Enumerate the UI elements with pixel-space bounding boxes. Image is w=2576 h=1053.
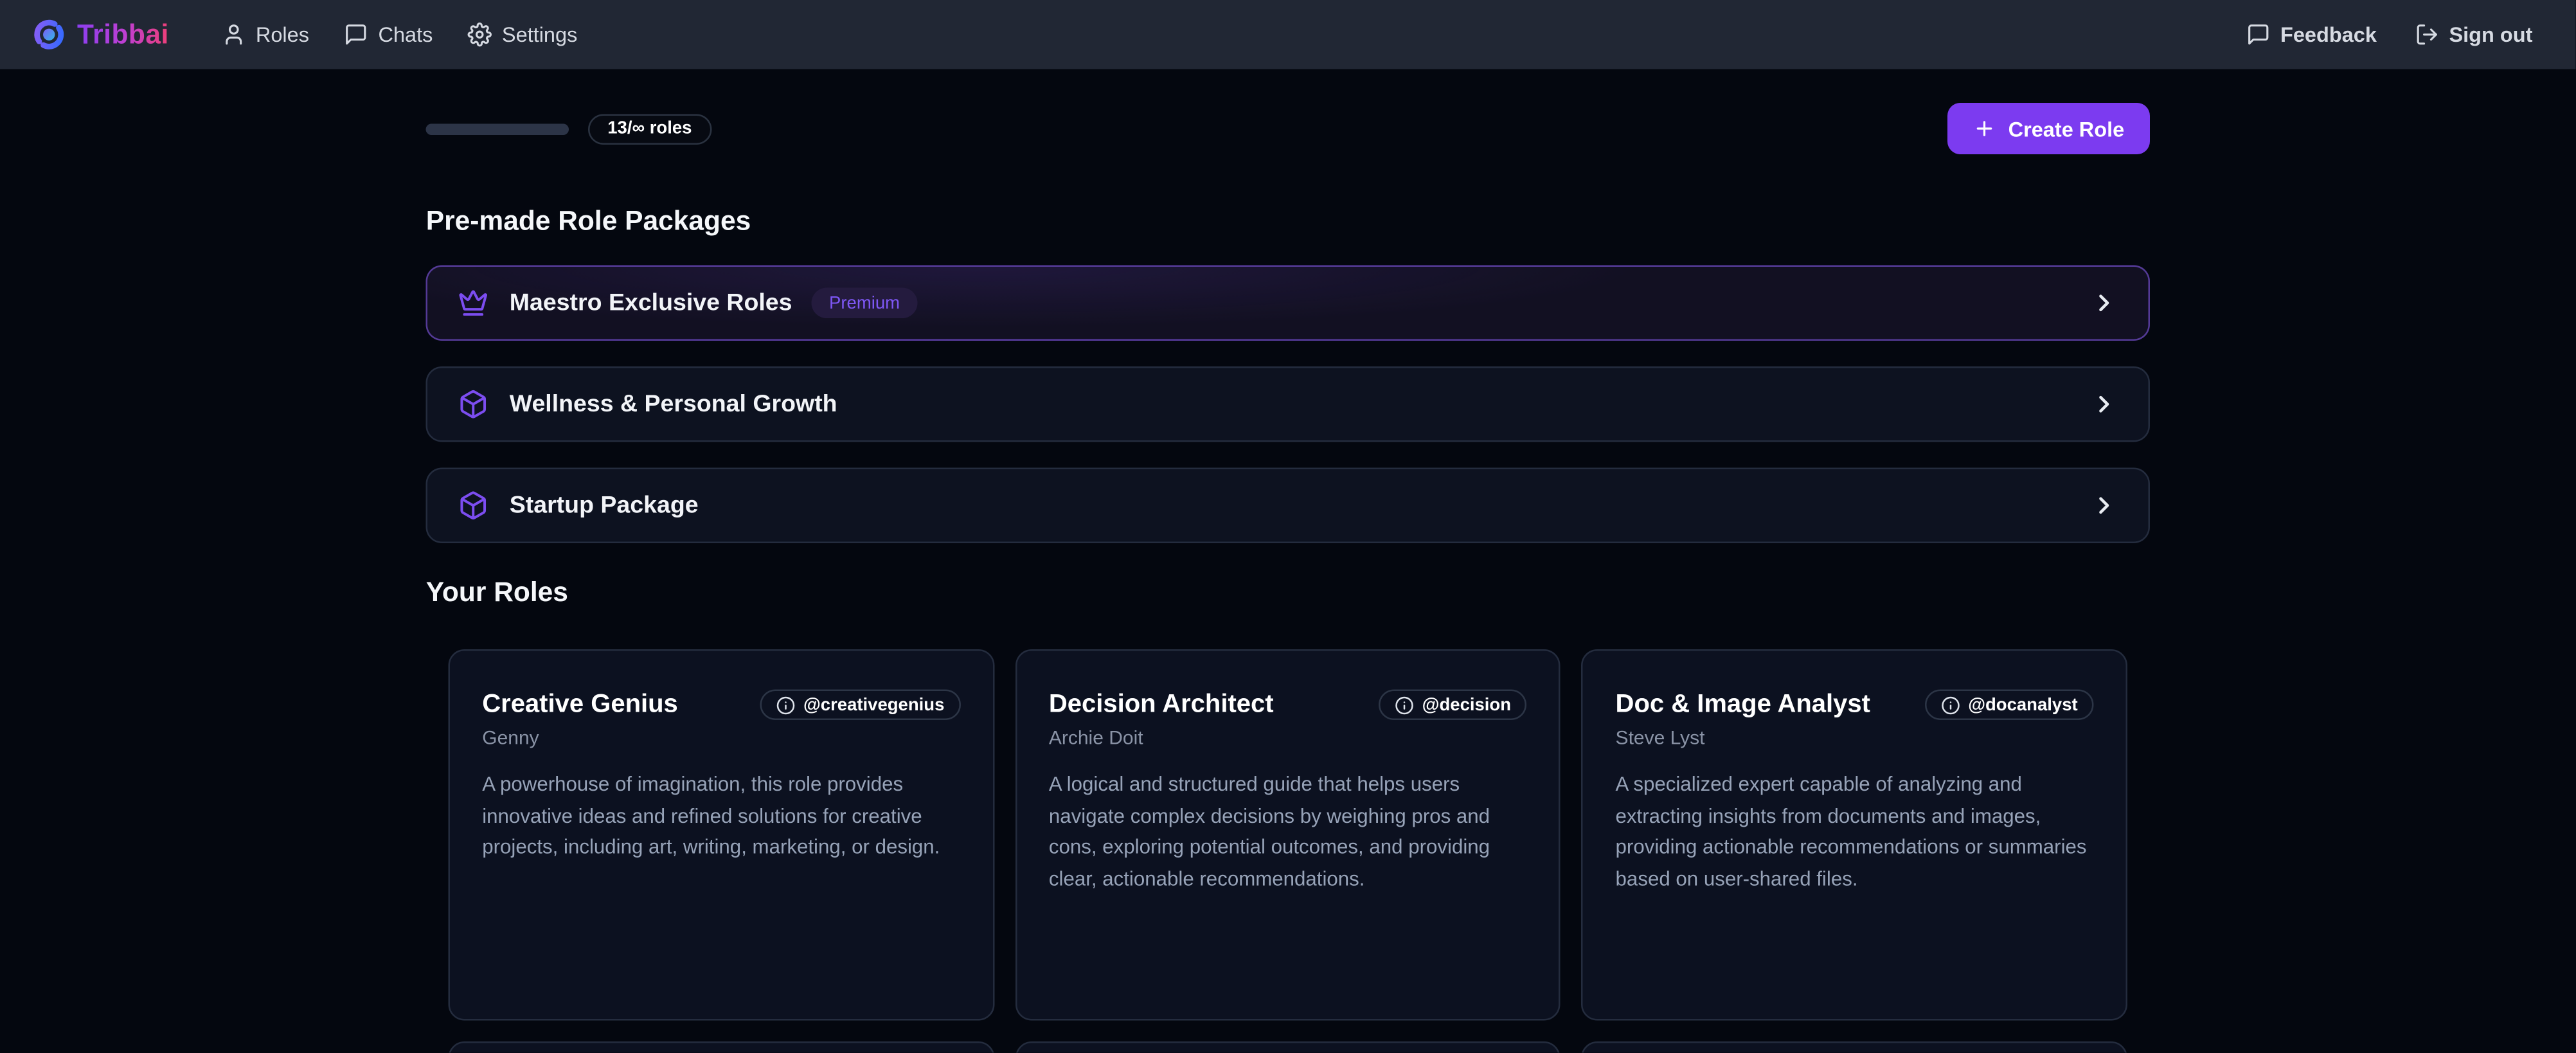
package-icon <box>458 491 489 521</box>
role-handle-badge[interactable]: @decision <box>1379 690 1527 721</box>
role-title: Decision Architect <box>1049 690 1274 721</box>
user-icon <box>222 22 246 47</box>
feedback-button[interactable]: Feedback <box>2235 13 2388 57</box>
role-title: Doc & Image Analyst <box>1616 690 1870 721</box>
role-card-header: Doc & Image Analyst @docanalyst <box>1616 690 2094 721</box>
package-name: Startup Package <box>510 492 699 519</box>
package-row-content: Wellness & Personal Growth <box>458 389 837 420</box>
sign-out-label: Sign out <box>2449 22 2532 47</box>
gear-icon <box>468 22 492 47</box>
create-role-button[interactable]: Create Role <box>1947 103 2151 154</box>
message-square-icon <box>2247 22 2271 47</box>
chevron-right-icon <box>2091 391 2118 419</box>
package-row-content: Maestro Exclusive Roles Premium <box>458 288 918 319</box>
brand-name: Tribbai <box>77 19 169 51</box>
role-handle: @decision <box>1422 695 1511 714</box>
brand-logo[interactable]: Tribbai <box>32 18 169 52</box>
info-icon <box>1941 695 1960 714</box>
role-card-creative-genius[interactable]: Creative Genius @creativegenius Genny A … <box>449 649 994 1021</box>
nav-item-settings[interactable]: Settings <box>457 13 589 57</box>
package-name: Wellness & Personal Growth <box>510 391 837 419</box>
message-square-icon <box>344 22 369 47</box>
info-icon <box>1395 695 1414 714</box>
main-content: 13/∞ roles Create Role Pre-made Role Pac… <box>426 69 2151 1053</box>
nav-item-label: Chats <box>378 22 433 47</box>
your-roles-section-title: Your Roles <box>426 575 2151 609</box>
roles-toolbar: 13/∞ roles Create Role <box>426 103 2151 154</box>
package-icon <box>458 389 489 420</box>
package-row-wellness[interactable]: Wellness & Personal Growth <box>426 366 2151 442</box>
nav-item-chats[interactable]: Chats <box>333 13 443 57</box>
role-persona: Genny <box>482 726 960 749</box>
packages-section-title: Pre-made Role Packages <box>426 204 2151 239</box>
role-handle: @docanalyst <box>1968 695 2078 714</box>
role-persona: Archie Doit <box>1049 726 1527 749</box>
role-title: Creative Genius <box>482 690 678 721</box>
premium-badge: Premium <box>812 288 918 319</box>
nav-item-label: Roles <box>256 22 309 47</box>
role-description: A logical and structured guide that help… <box>1049 770 1527 896</box>
package-row-maestro[interactable]: Maestro Exclusive Roles Premium <box>426 266 2151 341</box>
role-persona: Steve Lyst <box>1616 726 2094 749</box>
tribbai-logo-icon <box>32 18 66 52</box>
nav-item-roles[interactable]: Roles <box>211 13 321 57</box>
roles-usage: 13/∞ roles <box>426 113 711 144</box>
crown-icon <box>458 288 489 319</box>
sign-out-button[interactable]: Sign out <box>2404 13 2544 57</box>
package-row-content: Startup Package <box>458 491 699 521</box>
chevron-right-icon <box>2091 492 2118 519</box>
package-name: Maestro Exclusive Roles <box>510 289 792 317</box>
role-card-doc-image-analyst[interactable]: Doc & Image Analyst @docanalyst Steve Ly… <box>1582 649 2127 1021</box>
chevron-right-icon <box>2091 289 2118 317</box>
role-card-partial[interactable] <box>1015 1041 1561 1053</box>
role-handle-badge[interactable]: @creativegenius <box>760 690 960 721</box>
role-handle: @creativegenius <box>803 695 944 714</box>
logout-icon <box>2415 22 2440 47</box>
role-card-partial[interactable] <box>1582 1041 2127 1053</box>
role-card-partial[interactable] <box>449 1041 994 1053</box>
roles-progress-bar <box>426 123 569 134</box>
nav-item-label: Settings <box>502 22 577 47</box>
app-root: Tribbai Roles Chats Settings <box>0 0 2576 1053</box>
feedback-label: Feedback <box>2280 22 2377 47</box>
navbar-right: Feedback Sign out <box>2235 13 2544 57</box>
primary-nav: Roles Chats Settings <box>211 13 589 57</box>
role-cards-grid: Creative Genius @creativegenius Genny A … <box>426 649 2151 1021</box>
role-card-header: Creative Genius @creativegenius <box>482 690 960 721</box>
role-card-decision-architect[interactable]: Decision Architect @decision Archie Doit… <box>1015 649 1561 1021</box>
navbar-left: Tribbai Roles Chats Settings <box>32 13 589 57</box>
plus-icon <box>1973 118 1996 140</box>
package-row-startup[interactable]: Startup Package <box>426 468 2151 544</box>
create-role-label: Create Role <box>2008 116 2125 141</box>
role-cards-grid-next-row <box>426 1041 2151 1053</box>
top-navbar: Tribbai Roles Chats Settings <box>0 0 2576 69</box>
role-description: A specialized expert capable of analyzin… <box>1616 770 2094 896</box>
role-description: A powerhouse of imagination, this role p… <box>482 770 960 864</box>
role-card-header: Decision Architect @decision <box>1049 690 1527 721</box>
roles-count-badge: 13/∞ roles <box>588 113 711 144</box>
role-handle-badge[interactable]: @docanalyst <box>1925 690 2094 721</box>
info-icon <box>776 695 795 714</box>
